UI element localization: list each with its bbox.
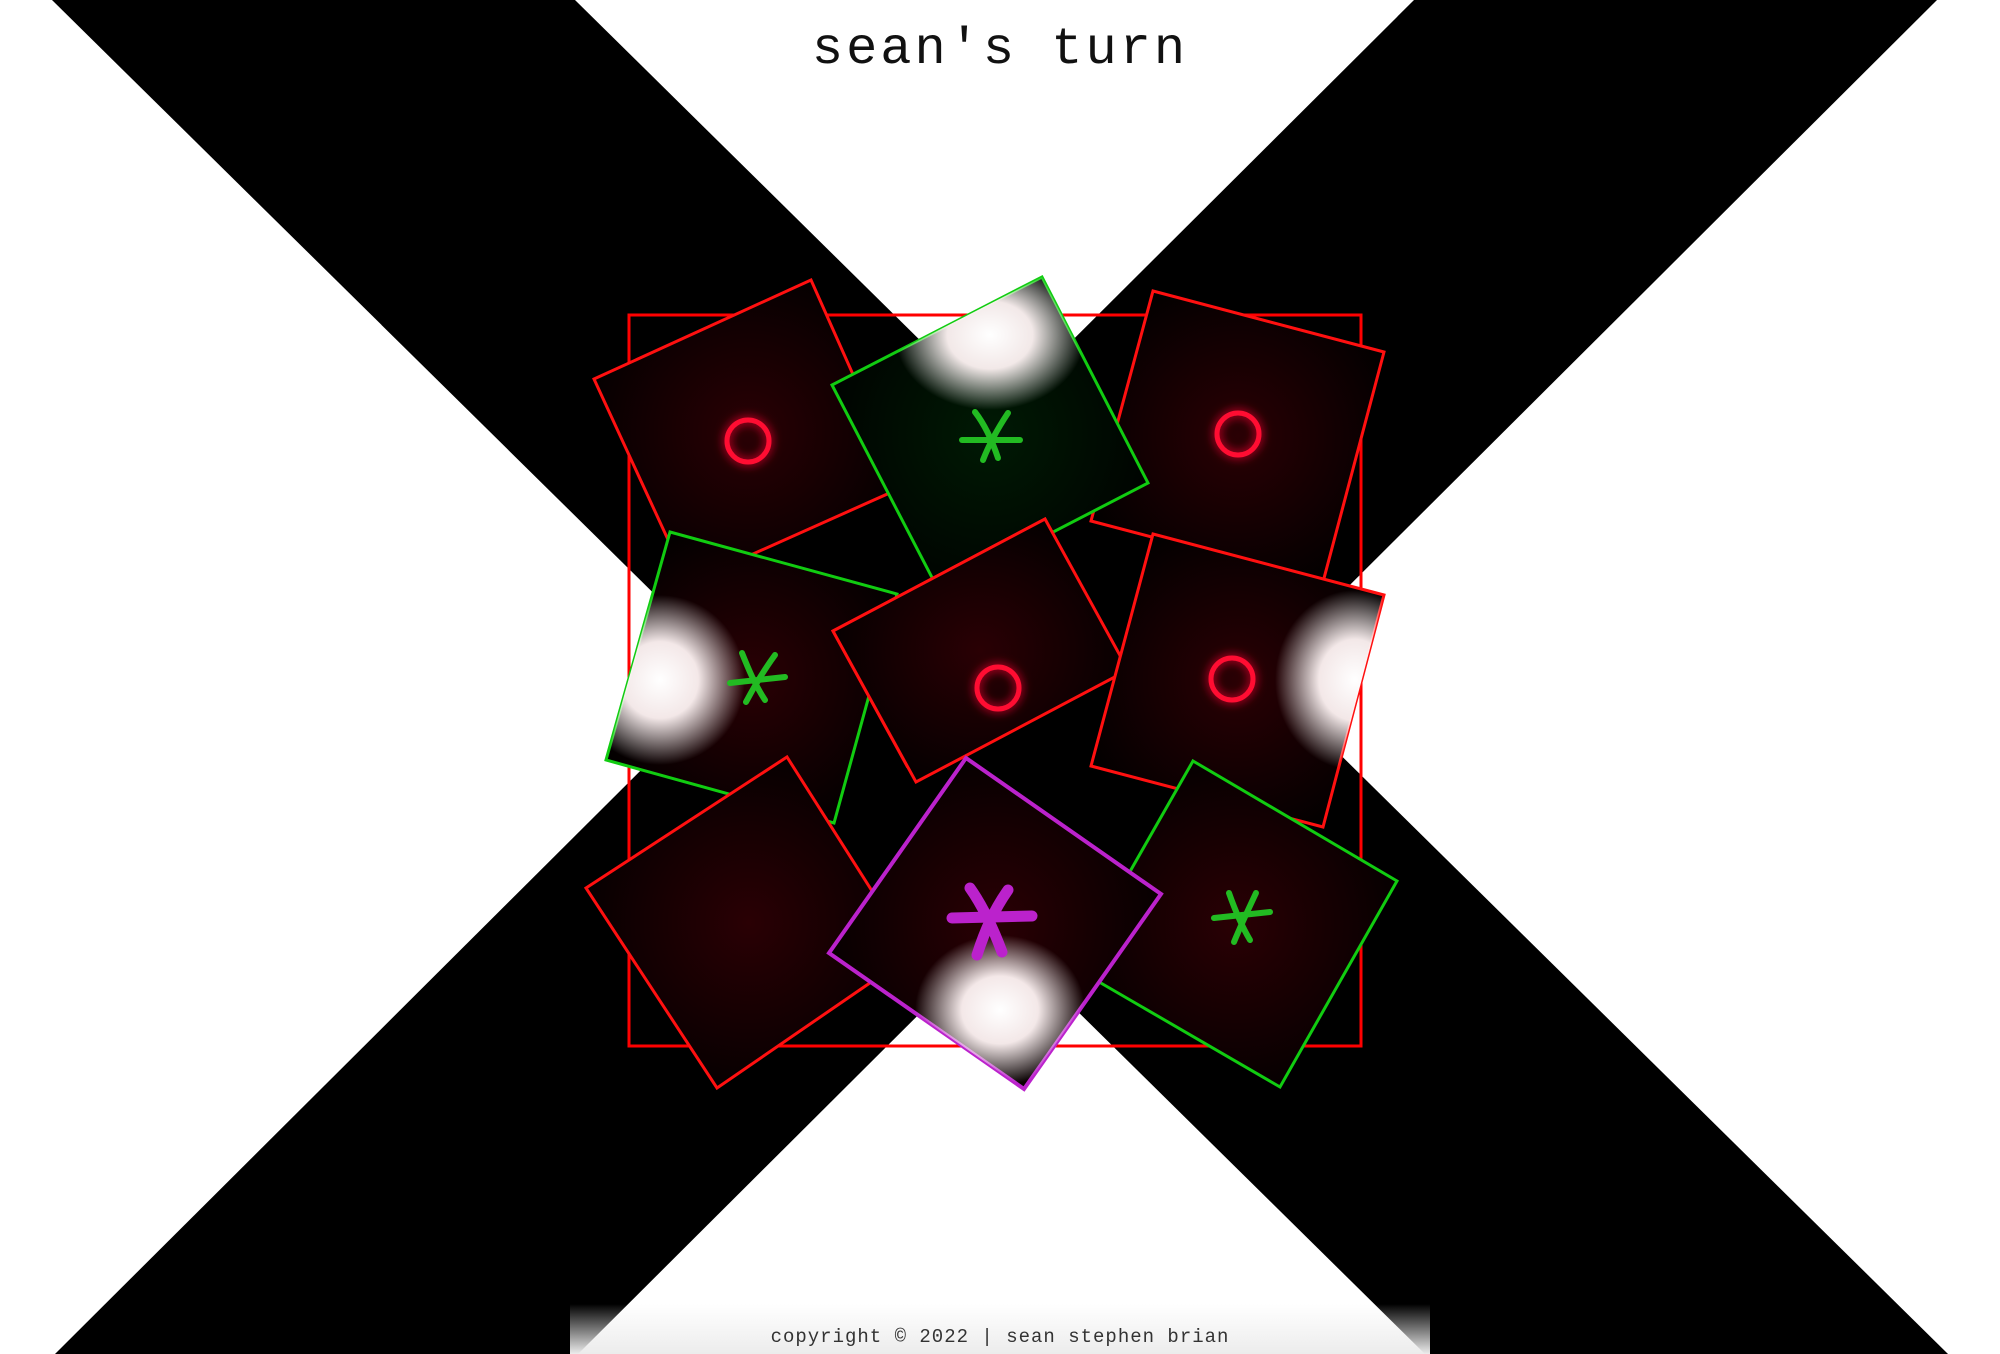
background-x-art [52,0,1948,1354]
turn-indicator: sean's turn [811,20,1189,79]
game-stage: sean's turn copyright © 2022 | sean step… [0,0,2000,1354]
copyright-text: copyright © 2022 | sean stephen brian [770,1326,1230,1348]
